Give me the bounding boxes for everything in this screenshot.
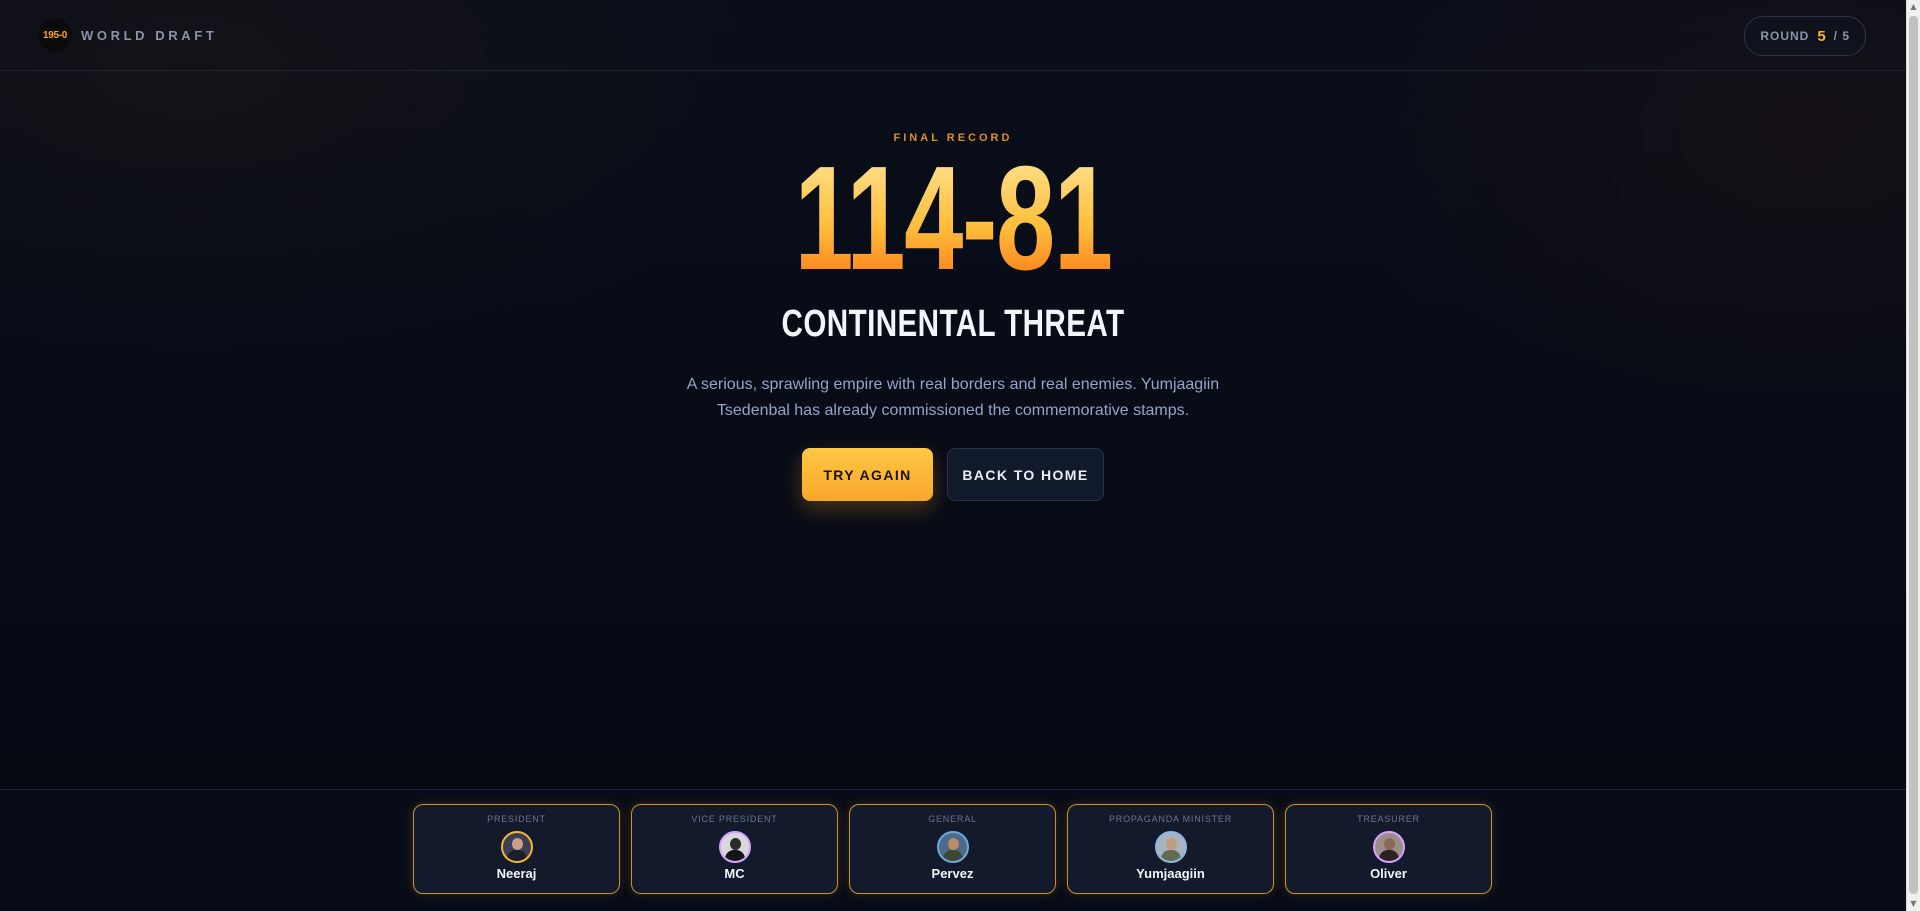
page-scrollbar[interactable]: ▲ ▼ bbox=[1906, 0, 1920, 911]
cabinet-card-general[interactable]: GENERAL Pervez bbox=[849, 804, 1056, 894]
result-description: A serious, sprawling empire with real bo… bbox=[686, 376, 1220, 419]
back-to-home-button[interactable]: BACK TO HOME bbox=[947, 448, 1104, 501]
cabinet-cards: PRESIDENT Neeraj VICE PRESIDENT MC GENER… bbox=[413, 804, 1492, 894]
cabinet-role: GENERAL bbox=[928, 814, 977, 824]
brand-name: WORLD DRAFT bbox=[81, 27, 218, 43]
final-record-score: 114-81 bbox=[267, 145, 1639, 293]
round-indicator: ROUND 5 / 5 bbox=[1744, 16, 1866, 56]
top-bar: 195-0 WORLD DRAFT ROUND 5 / 5 bbox=[0, 0, 1906, 71]
brand-logo-badge: 195-0 bbox=[38, 18, 72, 52]
cabinet-card-treasurer[interactable]: TREASURER Oliver bbox=[1285, 804, 1492, 894]
cabinet-name: MC bbox=[724, 866, 745, 881]
avatar bbox=[718, 831, 751, 863]
scroll-down-arrow-icon[interactable]: ▼ bbox=[1907, 897, 1920, 911]
avatar bbox=[1154, 831, 1187, 863]
cabinet-role: PRESIDENT bbox=[487, 814, 546, 824]
result-hero: FINAL RECORD 114-81 CONTINENTAL THREAT A… bbox=[0, 132, 1906, 501]
cabinet-card-president[interactable]: PRESIDENT Neeraj bbox=[413, 804, 620, 894]
cabinet-name: Yumjaagiin bbox=[1136, 866, 1205, 881]
avatar bbox=[500, 831, 533, 863]
round-total: / 5 bbox=[1833, 29, 1850, 43]
scroll-up-arrow-icon[interactable]: ▲ bbox=[1907, 0, 1920, 14]
result-tier-title: CONTINENTAL THREAT bbox=[781, 303, 1125, 345]
cabinet-role: VICE PRESIDENT bbox=[691, 814, 778, 824]
cabinet-name: Neeraj bbox=[496, 866, 537, 881]
cabinet-bar: PRESIDENT Neeraj VICE PRESIDENT MC GENER… bbox=[0, 789, 1906, 911]
cabinet-card-vice-president[interactable]: VICE PRESIDENT MC bbox=[631, 804, 838, 894]
cabinet-name: Oliver bbox=[1370, 866, 1407, 881]
brand[interactable]: 195-0 WORLD DRAFT bbox=[38, 18, 217, 52]
cabinet-name: Pervez bbox=[931, 866, 974, 881]
round-label: ROUND bbox=[1760, 29, 1810, 43]
avatar bbox=[1372, 831, 1405, 863]
cabinet-role: TREASURER bbox=[1357, 814, 1420, 824]
scrollbar-thumb[interactable] bbox=[1909, 16, 1918, 894]
avatar bbox=[936, 831, 969, 863]
try-again-button[interactable]: TRY AGAIN bbox=[802, 448, 933, 501]
cabinet-card-propaganda-minister[interactable]: PROPAGANDA MINISTER Yumjaagiin bbox=[1067, 804, 1274, 894]
round-current: 5 bbox=[1817, 27, 1827, 45]
results-page: 195-0 WORLD DRAFT ROUND 5 / 5 FINAL RECO… bbox=[0, 0, 1906, 911]
result-actions: TRY AGAIN BACK TO HOME bbox=[0, 448, 1906, 501]
cabinet-role: PROPAGANDA MINISTER bbox=[1108, 814, 1233, 824]
